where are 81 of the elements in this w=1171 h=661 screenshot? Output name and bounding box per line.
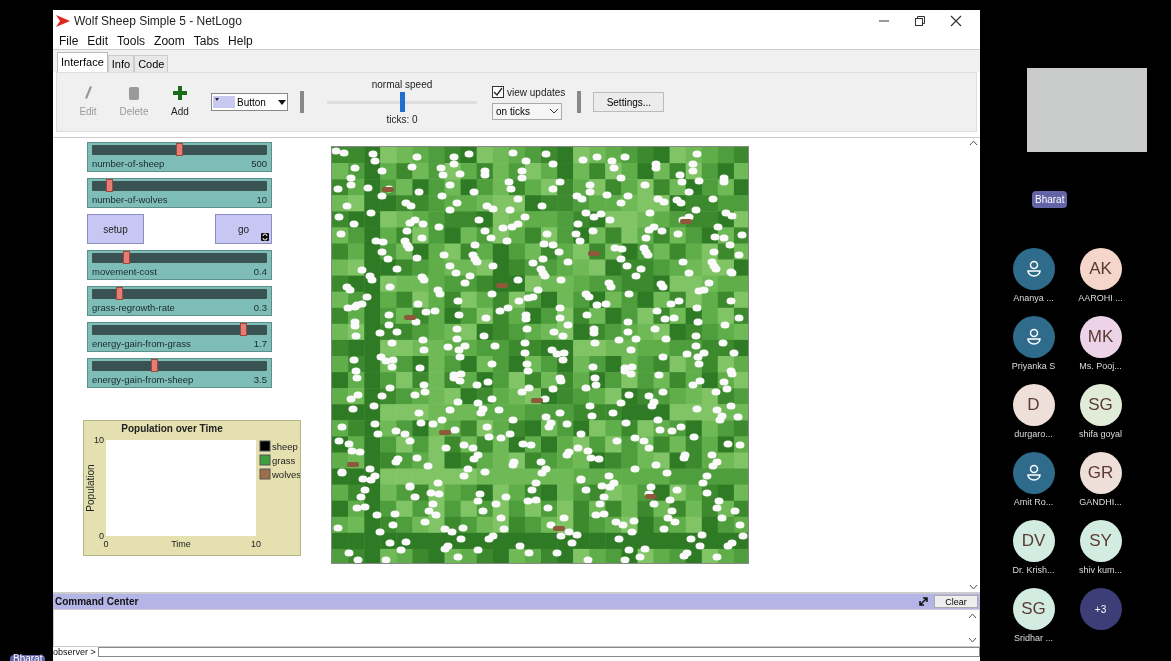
plus-icon (172, 85, 188, 101)
avatar: D (1012, 384, 1055, 426)
participant-name: Ms. Pooj... (1079, 360, 1122, 373)
scroll-down-icon[interactable] (968, 584, 978, 590)
restore-icon[interactable] (914, 15, 926, 27)
button-widget-icon (213, 96, 235, 108)
y-tick-label: 0 (99, 531, 104, 541)
scroll-up-icon[interactable] (968, 140, 978, 146)
x-tick-label: 10 (251, 539, 261, 549)
observer-dropdown[interactable]: observer > (53, 647, 98, 657)
legend-label: sheep (272, 441, 298, 452)
slider[interactable]: movement-cost 0.4 (87, 250, 272, 280)
checkbox-label[interactable]: view updates (507, 84, 566, 100)
menu-item[interactable]: Zoom (154, 31, 185, 50)
person-icon (1024, 328, 1043, 346)
more-participants-button[interactable]: +3 (1079, 588, 1122, 630)
tab[interactable]: Interface (57, 52, 108, 72)
participant-name: GANDHI... (1079, 496, 1122, 509)
trash-can-icon (128, 85, 140, 101)
widget-type-dropdown[interactable]: Button (211, 93, 288, 111)
pencil-icon (83, 85, 93, 101)
person-icon (1024, 260, 1043, 278)
window-title: Wolf Sheep Simple 5 - NetLogo (74, 13, 242, 30)
update-mode-dropdown[interactable]: on ticks (492, 102, 562, 120)
person-icon (1024, 464, 1043, 482)
x-tick-label: 0 (103, 539, 109, 549)
avatar: SY (1079, 520, 1122, 562)
participant-name: Amit Ro... (1013, 496, 1054, 509)
y-tick-label: 10 (94, 436, 104, 445)
avatar: MK (1079, 316, 1122, 358)
participant-name: Sridhar ... (1014, 632, 1053, 645)
participant-name: AAROHI ... (1078, 292, 1123, 305)
panel-title: Command Center (55, 595, 139, 609)
dropdown-arrow-icon (278, 99, 286, 105)
slider[interactable]: energy-gain-from-grass 1.7 (87, 322, 272, 352)
settings-button[interactable]: Settings... (593, 92, 665, 112)
menu-item[interactable]: Edit (87, 31, 109, 50)
x-axis-label: Time (171, 539, 191, 549)
menu-item[interactable]: File (59, 31, 79, 50)
avatar: AK (1079, 248, 1122, 290)
legend-label: wolves (272, 469, 300, 480)
participant-name: durgaro... (1014, 428, 1053, 441)
slider[interactable]: number-of-sheep 500 (87, 142, 272, 172)
tick-counter: ticks: 0 (386, 113, 418, 127)
app-logo-icon (56, 15, 70, 27)
expand-icon[interactable] (919, 597, 928, 606)
model-button[interactable]: setup (87, 214, 144, 244)
menu-item[interactable]: Tabs (193, 31, 220, 50)
speed-label: normal speed (371, 78, 433, 92)
avatar: GR (1079, 452, 1122, 494)
participant-name: shiv kum... (1079, 564, 1122, 577)
plot-title: Population over Time (120, 422, 224, 436)
avatar: SG (1012, 588, 1055, 630)
avatar: SG (1079, 384, 1122, 426)
menu-item[interactable]: Help (228, 31, 253, 50)
speed-slider[interactable] (327, 92, 477, 112)
chevron-down-icon (550, 108, 558, 114)
avatar: DV (1012, 520, 1055, 562)
scroll-up-icon[interactable] (967, 613, 977, 619)
name-tag: Bharat (1032, 191, 1068, 208)
y-axis-label: Population (85, 464, 96, 512)
slider[interactable]: energy-gain-from-sheep 3.5 (87, 358, 272, 388)
checkbox[interactable] (492, 86, 504, 98)
close-icon[interactable] (950, 15, 962, 27)
slider[interactable]: grass-regrowth-rate 0.3 (87, 286, 272, 316)
slider[interactable]: number-of-wolves 10 (87, 178, 272, 208)
participant-name: shifa goyal (1079, 428, 1122, 441)
scroll-down-icon[interactable] (967, 637, 977, 643)
legend-label: grass (272, 455, 296, 466)
clear-button[interactable]: Clear (934, 595, 978, 608)
toolbar-button[interactable]: Add (157, 85, 203, 119)
participant-name: Dr. Krish... (1012, 564, 1055, 577)
tab[interactable]: Info (107, 55, 135, 72)
model-button[interactable]: go (215, 214, 272, 244)
repeat-icon (261, 233, 269, 241)
slider-thumb[interactable] (400, 92, 405, 112)
tab[interactable]: Code (134, 55, 169, 72)
menu-item[interactable]: Tools (117, 31, 146, 50)
participant-name: Ananya ... (1013, 292, 1054, 305)
command-input[interactable] (97, 647, 980, 657)
participant-name: Priyanka S (1011, 360, 1056, 373)
